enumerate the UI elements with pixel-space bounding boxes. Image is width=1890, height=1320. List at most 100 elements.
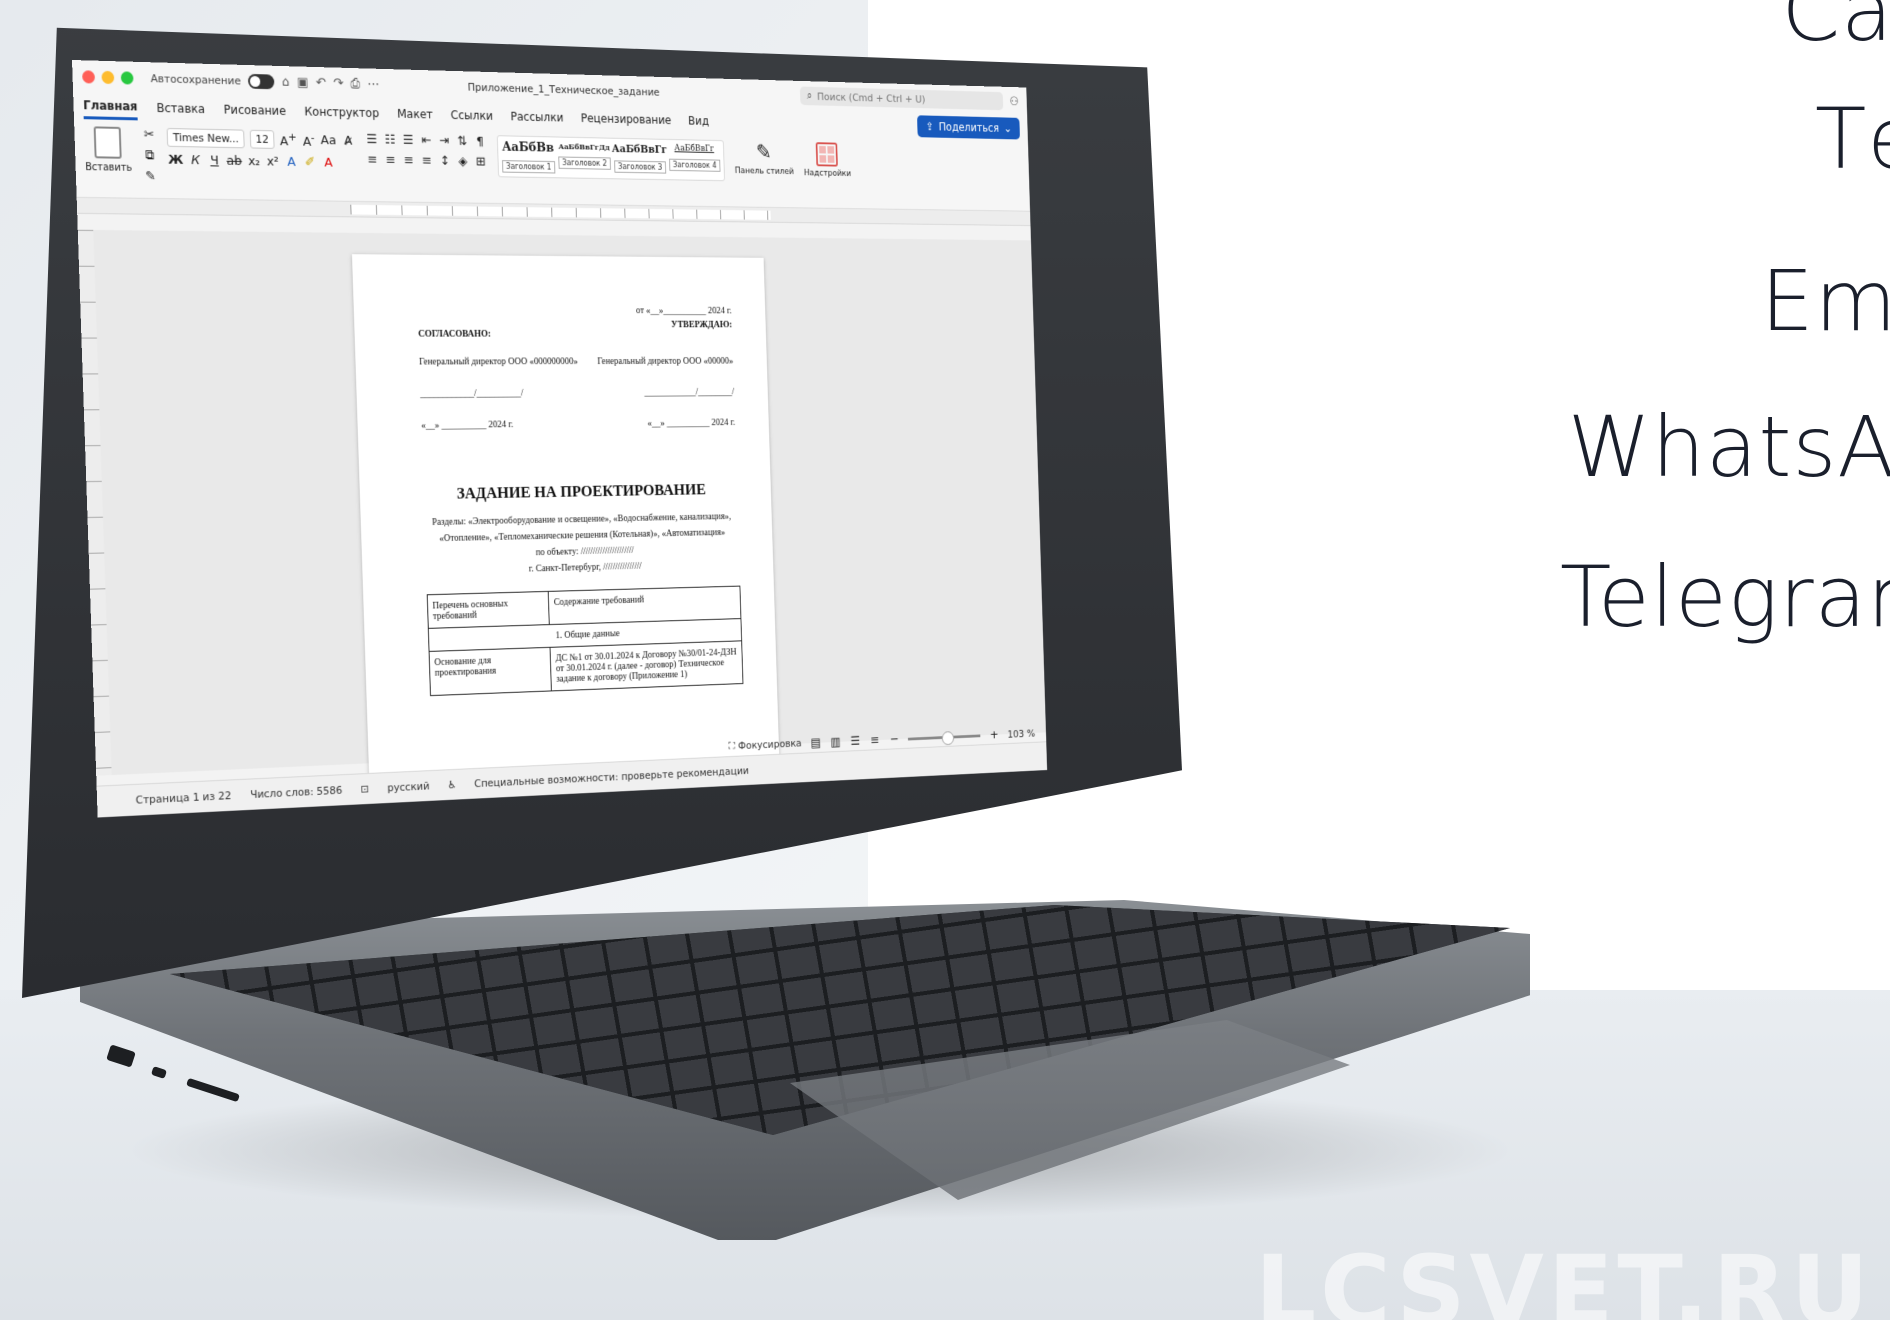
share-label: Поделиться: [938, 120, 1000, 135]
page-count[interactable]: Страница 1 из 22: [135, 789, 231, 806]
style-heading-2[interactable]: АаБбВвГгДд Заголовок 2: [558, 141, 611, 174]
print-layout-icon[interactable]: ▤: [810, 736, 822, 750]
subscript-icon[interactable]: x₂: [247, 155, 261, 170]
tab-references[interactable]: Ссылки: [450, 104, 494, 126]
decrease-indent-icon[interactable]: ⇤: [420, 134, 433, 149]
table-cell: ДС №1 от 30.01.2024 к Договору №30/01-24…: [550, 640, 743, 691]
strikethrough-icon[interactable]: ab: [226, 154, 242, 169]
justify-icon[interactable]: ≡: [420, 154, 433, 169]
contact-telegram: Telegram: [1560, 548, 1890, 646]
sort-icon[interactable]: ⇅: [456, 134, 469, 149]
style-label: Заголовок 3: [614, 160, 666, 174]
language-label[interactable]: русский: [387, 780, 430, 795]
tab-view[interactable]: Вид: [688, 110, 709, 131]
underline-icon[interactable]: Ч: [208, 154, 222, 169]
signature-line-right: ____________/________/: [644, 386, 735, 398]
focus-label: Фокусировка: [737, 737, 802, 753]
autosave-label: Автосохранение: [150, 71, 242, 87]
font-color-icon[interactable]: A: [322, 156, 335, 171]
multilevel-list-icon[interactable]: ☰: [402, 133, 415, 148]
copy-icon[interactable]: ⧉: [143, 148, 157, 163]
change-case-icon[interactable]: Aa: [320, 133, 336, 148]
redo-icon[interactable]: ↷: [333, 76, 344, 91]
date-left: «__» __________ 2024 г.: [421, 419, 514, 431]
align-right-icon[interactable]: ≡: [402, 153, 415, 168]
style-sample: АаБбВв: [501, 140, 555, 156]
style-sample: АаБбВвГг: [674, 143, 715, 154]
zoom-window-button[interactable]: [120, 70, 134, 85]
more-icon[interactable]: ⋯: [367, 77, 379, 92]
document-area[interactable]: от «__»__________ 2024 г. СОГЛАСОВАНО: У…: [77, 229, 1046, 797]
proofing-icon[interactable]: ⊡: [361, 783, 370, 796]
undo-icon[interactable]: ↶: [316, 75, 327, 90]
borders-icon[interactable]: ⊞: [474, 155, 487, 170]
tab-mailings[interactable]: Рассылки: [510, 106, 563, 128]
font-name-select[interactable]: Times New...: [167, 128, 245, 149]
share-icon: ⇪: [925, 120, 935, 133]
autosave-toggle[interactable]: [248, 73, 275, 89]
paste-button[interactable]: Вставить: [84, 126, 132, 174]
tab-home[interactable]: Главная: [82, 93, 138, 120]
outline-icon[interactable]: ☰: [849, 734, 861, 748]
document-title[interactable]: Приложение_1_Техническое_задание: [467, 80, 659, 98]
styles-pane-button[interactable]: ✎ Панель стилей: [734, 140, 795, 177]
save-icon[interactable]: ▣: [297, 75, 309, 90]
bold-icon[interactable]: Ж: [168, 153, 184, 168]
bullets-icon[interactable]: ☰: [365, 132, 378, 147]
minimize-window-button[interactable]: [101, 70, 115, 84]
tab-draw[interactable]: Рисование: [223, 99, 287, 122]
shrink-font-icon[interactable]: A-: [302, 131, 316, 150]
tab-review[interactable]: Рецензирование: [581, 108, 672, 131]
line-spacing-icon[interactable]: ↕: [438, 154, 451, 169]
align-center-icon[interactable]: ≡: [384, 153, 397, 168]
format-painter-icon[interactable]: ✎: [144, 169, 158, 184]
account-icon[interactable]: ⚇: [1009, 95, 1019, 109]
close-window-button[interactable]: [82, 69, 96, 84]
increase-indent-icon[interactable]: ⇥: [438, 134, 451, 149]
clipboard-icon: [93, 126, 122, 159]
zoom-slider[interactable]: [908, 733, 981, 741]
font-size-select[interactable]: 12: [249, 129, 275, 150]
superscript-icon[interactable]: x²: [266, 155, 280, 170]
styles-pane-label: Панель стилей: [734, 166, 795, 177]
highlight-icon[interactable]: ✐: [303, 156, 316, 171]
style-label: Заголовок 2: [558, 156, 611, 170]
zoom-in-icon[interactable]: +: [988, 728, 1000, 742]
pilcrow-icon[interactable]: ¶: [474, 135, 487, 150]
search-input[interactable]: [816, 90, 980, 107]
share-button[interactable]: ⇪ Поделиться ⌄: [917, 115, 1020, 140]
word-count[interactable]: Число слов: 5586: [250, 784, 343, 801]
addins-label: Надстройки: [803, 168, 852, 179]
date-line: от «__»__________ 2024 г.: [635, 305, 732, 317]
style-heading-3[interactable]: АаБбВвГг Заголовок 3: [612, 142, 667, 175]
shading-icon[interactable]: ◈: [456, 154, 469, 169]
grow-font-icon[interactable]: A+: [280, 130, 297, 150]
accessibility-label[interactable]: Специальные возможности: проверьте реком…: [474, 765, 749, 791]
object-line: по объекту: //////////////////////: [535, 545, 634, 559]
addins-button[interactable]: Надстройки: [803, 142, 851, 179]
addins-icon: [815, 142, 839, 167]
clear-formatting-icon[interactable]: A̷: [341, 134, 354, 149]
document-page[interactable]: от «__»__________ 2024 г. СОГЛАСОВАНО: У…: [351, 254, 780, 797]
print-icon[interactable]: ⎙: [350, 76, 360, 91]
director-right: Генеральный директор ООО «00000»: [597, 356, 734, 367]
contact-site: Сай: [1781, 0, 1890, 60]
tab-layout[interactable]: Макет: [397, 103, 433, 125]
zoom-out-icon[interactable]: −: [889, 732, 901, 746]
cut-icon[interactable]: ✂: [142, 127, 156, 142]
focus-button[interactable]: ⛶ Фокусировка: [728, 737, 802, 753]
numbering-icon[interactable]: ☷: [383, 133, 396, 148]
style-heading-4[interactable]: АаБбВвГг Заголовок 4: [669, 144, 721, 177]
ruler-scale: [350, 204, 771, 220]
table-cell: Основание для проектирования: [429, 647, 552, 696]
draft-icon[interactable]: ≡: [869, 733, 881, 747]
search-box[interactable]: ⌕: [800, 86, 1004, 111]
style-heading-1[interactable]: АаБбВв Заголовок 1: [501, 140, 555, 174]
tab-insert[interactable]: Вставка: [156, 97, 205, 120]
tab-design[interactable]: Конструктор: [304, 101, 379, 124]
italic-icon[interactable]: К: [189, 153, 203, 168]
web-layout-icon[interactable]: ▥: [830, 735, 842, 749]
home-icon[interactable]: ⌂: [282, 74, 290, 89]
align-left-icon[interactable]: ≡: [366, 153, 379, 168]
text-effects-icon[interactable]: A: [285, 155, 298, 170]
